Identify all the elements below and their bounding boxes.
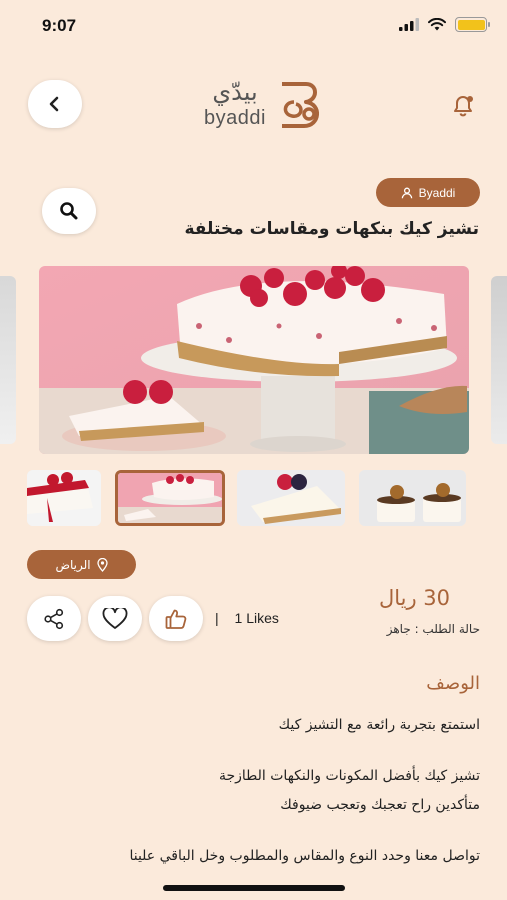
status-time: 9:07 (42, 16, 77, 35)
thumbnail-image-2-selected[interactable] (115, 470, 225, 526)
likes-count: | 1 Likes (215, 610, 279, 626)
logo-english-text: byaddi (204, 107, 266, 129)
description-line: متأكدين راح تعجبك وتعجب ضيوفك (280, 797, 480, 813)
location-badge[interactable]: الرياض (27, 550, 136, 579)
location-name: الرياض (55, 557, 91, 572)
author-badge[interactable]: Byaddi (376, 178, 480, 207)
favorite-button[interactable] (88, 596, 142, 641)
cellular-signal-icon (399, 18, 419, 31)
heart-icon (102, 607, 128, 629)
cheesecake-photo (39, 266, 469, 454)
search-button[interactable] (42, 188, 96, 234)
home-indicator (163, 885, 345, 891)
description-heading: الوصف (426, 673, 480, 694)
chevron-left-icon (49, 96, 59, 112)
main-product-image[interactable] (39, 266, 469, 454)
next-image-peek[interactable] (491, 276, 507, 444)
description-text: استمتع بتجربة رائعة مع التشيز كيك تشيز ك… (20, 711, 480, 871)
user-icon (401, 187, 412, 198)
product-price: 30 ريال (378, 586, 450, 610)
byaddi-logo: بيدّي byaddi (196, 76, 336, 134)
product-title: تشيز كيك بنكهات ومقاسات مختلفة (184, 219, 479, 239)
share-button[interactable] (27, 596, 81, 641)
battery-icon (455, 17, 490, 32)
thumbnail-strip (0, 470, 507, 528)
map-pin-icon (96, 557, 108, 572)
author-name: Byaddi (418, 185, 456, 200)
notification-button[interactable] (449, 91, 477, 119)
description-line: تواصل معنا وحدد النوع والمقاس والمطلوب و… (129, 848, 480, 864)
like-button[interactable] (149, 596, 203, 641)
back-button[interactable] (28, 80, 82, 128)
description-line: استمتع بتجربة رائعة مع التشيز كيك (278, 717, 480, 733)
thumbs-up-icon (165, 609, 187, 629)
share-icon (44, 608, 64, 629)
thumbnail-image-1[interactable] (27, 470, 101, 526)
previous-image-peek[interactable] (0, 276, 16, 444)
likes-text: 1 Likes (234, 610, 279, 626)
bell-icon (454, 96, 473, 117)
likes-separator: | (215, 610, 219, 626)
status-bar: 9:07 (0, 0, 507, 52)
logo-arabic-text: بيدّي (212, 78, 258, 106)
status-icons (399, 17, 490, 32)
wifi-icon (428, 18, 446, 31)
description-line: تشيز كيك بأفضل المكونات والنكهات الطازجة (218, 768, 480, 784)
search-icon (60, 202, 78, 220)
logo-mark-icon (282, 82, 319, 128)
thumbnail-image-3[interactable] (237, 470, 345, 526)
order-status: حالة الطلب : جاهز (386, 622, 480, 636)
thumbnail-image-4[interactable] (359, 470, 466, 526)
